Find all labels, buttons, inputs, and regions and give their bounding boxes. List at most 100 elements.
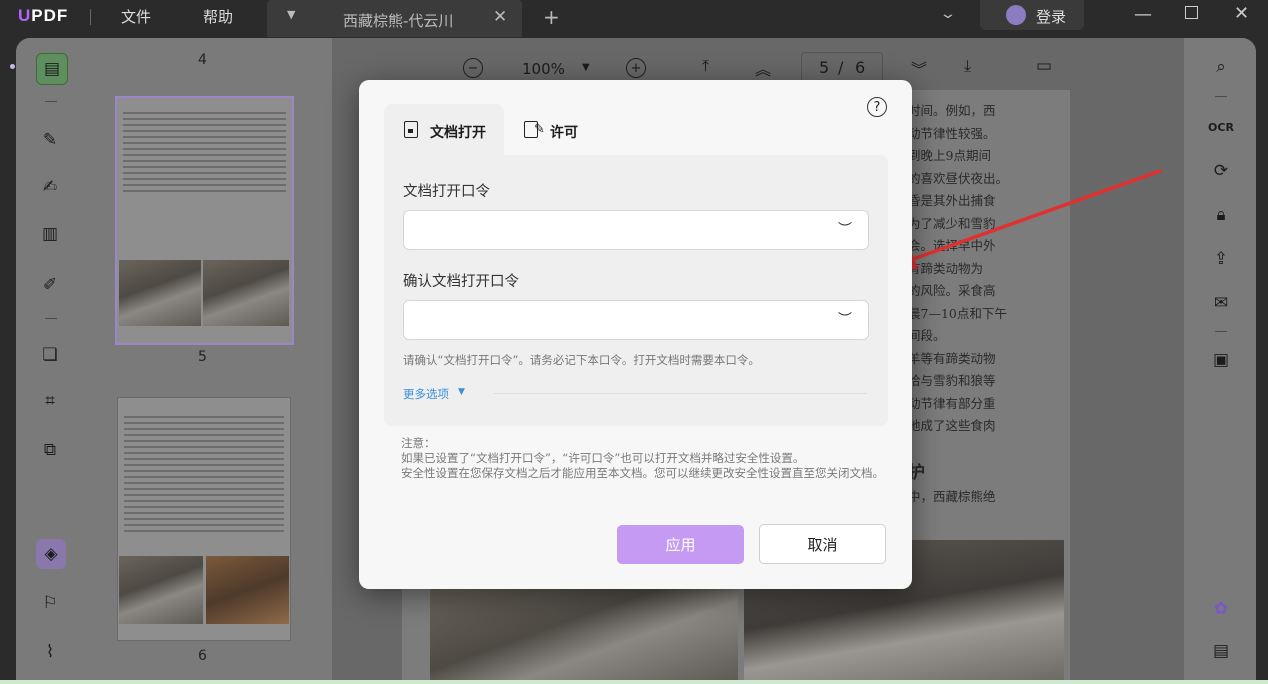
thumbnail-photo — [119, 260, 201, 326]
ocr-icon[interactable]: OCR — [1206, 112, 1236, 142]
email-icon[interactable]: ✉ — [1206, 288, 1236, 318]
text-line: 动节律性较强。 — [908, 125, 996, 141]
bookmark-icon[interactable]: ⚐ — [35, 588, 65, 618]
attachment-icon[interactable]: ⌇ — [35, 637, 65, 667]
protect-icon[interactable]: 🔒︎ — [1206, 200, 1236, 230]
tab-title: 西藏棕熊-代云川 — [343, 12, 454, 30]
note-line: 安全性设置在您保存文档之后才能应用至本文档。您可以继续更改安全性设置直至您关闭文… — [401, 466, 884, 480]
previous-page-icon[interactable]: ︽ — [755, 56, 771, 80]
open-password-label: 文档打开口令 — [403, 184, 490, 200]
menu-help[interactable]: 帮助 — [203, 6, 233, 27]
text-line: 地成了这些食肉 — [908, 418, 996, 433]
login-label[interactable]: 登录 — [1036, 6, 1066, 27]
highlight-icon[interactable]: ✎ — [35, 125, 65, 155]
tab-permission-label[interactable]: 许可 — [550, 122, 578, 142]
current-page[interactable]: 5 — [819, 58, 829, 77]
total-pages: 6 — [855, 58, 866, 77]
tab-dropdown-icon[interactable]: ▼ — [287, 8, 295, 21]
app-logo: UPDF — [18, 6, 69, 25]
close-window-icon[interactable]: ✕ — [1234, 3, 1249, 24]
note-text: 注意： 如果已设置了“文档打开口令”，“许可口令”也可以打开文档并略过安全性设置… — [401, 436, 891, 481]
note-line: 如果已设置了“文档打开口令”，“许可口令”也可以打开文档并略过安全性设置。 — [401, 451, 805, 465]
document-lock-icon — [404, 121, 418, 138]
menu-file[interactable]: 文件 — [121, 6, 151, 27]
crop-icon[interactable]: ⌗ — [35, 386, 65, 416]
page-number-6: 6 — [198, 648, 207, 664]
close-tab-icon[interactable]: ✕ — [493, 7, 507, 27]
bottom-edge — [0, 680, 1268, 684]
note-title: 注意： — [401, 436, 436, 450]
cancel-button[interactable]: 取消 — [759, 524, 886, 564]
zoom-in-icon[interactable]: + — [626, 58, 646, 78]
panel-handle-icon[interactable] — [10, 64, 15, 69]
thumbnail-photo — [206, 556, 289, 624]
zoom-dropdown-icon[interactable]: ▼ — [582, 62, 590, 73]
text-line: 中，西藏棕熊绝 — [908, 488, 996, 504]
text-line: 晨7—10点和下午 — [908, 305, 1007, 321]
divider — [1215, 331, 1227, 332]
comment-icon[interactable]: ▤ — [1206, 636, 1236, 666]
first-page-icon[interactable]: ⤒ — [702, 56, 709, 76]
text-line: 羊等有蹄类动物 — [908, 350, 996, 366]
confirm-password-field[interactable] — [403, 300, 869, 340]
help-icon[interactable]: ? — [867, 97, 887, 117]
password-hint: 请确认“文档打开口令”。请务必记下本口令。打开文档时需要本口令。 — [403, 353, 760, 367]
organize-pages-icon[interactable]: ❏ — [35, 340, 65, 370]
divider — [45, 101, 57, 102]
open-password-field[interactable] — [403, 210, 869, 250]
text-line: 的风险。采食高 — [908, 283, 996, 298]
maximize-icon[interactable] — [1185, 6, 1198, 19]
confirm-password-label: 确认文档打开口令 — [403, 274, 519, 290]
apply-button[interactable]: 应用 — [617, 525, 744, 564]
form-edit-icon[interactable]: ✐ — [35, 270, 65, 300]
hide-password-icon[interactable]: ︶ — [838, 309, 852, 329]
ai-assistant-icon[interactable]: ✿ — [1206, 594, 1236, 624]
more-options-arrow-icon[interactable]: ▼ — [458, 387, 465, 397]
text-line — [908, 438, 1008, 460]
chevron-down-icon[interactable]: ⌄ — [939, 6, 957, 22]
text-line: 时间。例如，西 — [908, 103, 996, 118]
convert-icon[interactable]: ⧉ — [35, 435, 65, 465]
minimize-icon[interactable]: — — [1134, 4, 1152, 25]
lock-shape — [408, 129, 413, 133]
page-thumbnail-5[interactable] — [115, 96, 294, 345]
divider — [1215, 96, 1227, 97]
zoom-level[interactable]: 100% — [522, 60, 565, 78]
thumbnail-photo — [119, 556, 203, 624]
section-heading: 护 — [908, 462, 925, 483]
page-number-4: 4 — [198, 52, 207, 68]
last-page-icon[interactable]: ⤓ — [964, 56, 971, 76]
next-page-icon[interactable]: ︾ — [911, 56, 927, 80]
reader-mode-icon[interactable]: ▤ — [36, 53, 68, 85]
divider — [45, 318, 57, 319]
new-tab-button[interactable]: + — [543, 5, 560, 29]
thumbnail-text — [118, 398, 290, 532]
zoom-out-icon[interactable]: − — [463, 58, 483, 78]
edit-text-icon[interactable]: ✍ — [35, 172, 65, 202]
avatar-icon — [1006, 5, 1026, 25]
search-icon[interactable]: ⌕ — [1206, 52, 1236, 82]
pencil-icon: ✎ — [534, 122, 545, 137]
save-icon[interactable]: ▣ — [1206, 345, 1236, 375]
text-line: 恰与雪豹和狼等 — [908, 373, 996, 388]
divider — [494, 393, 867, 394]
divider — [90, 9, 91, 25]
page-view-icon[interactable]: ▥ — [35, 219, 65, 249]
layers-icon[interactable]: ◈ — [36, 539, 66, 569]
red-arrow-icon — [886, 169, 1162, 269]
thumbnail-photo — [203, 260, 289, 326]
page-thumbnail-6[interactable] — [117, 397, 291, 641]
wolf-photo — [430, 588, 738, 684]
page-number-5: 5 — [198, 349, 207, 365]
login-button[interactable] — [980, 0, 1084, 30]
convert-pdf-icon[interactable]: ⟳ — [1206, 156, 1236, 186]
share-icon[interactable]: ⇪ — [1206, 244, 1236, 274]
tab-document-open-label[interactable]: 文档打开 — [430, 122, 486, 142]
presentation-icon[interactable]: ▭ — [1036, 56, 1052, 76]
thumbnail-text — [117, 98, 292, 192]
page-text: 时间。例如，西 动节律性较强。 到晚上9点期间 的喜欢昼伏夜出。 昏是其外出捕食… — [908, 100, 1008, 508]
text-line: 间段。 — [908, 328, 946, 343]
hide-password-icon[interactable]: ︶ — [838, 219, 852, 239]
more-options-link[interactable]: 更多选项 — [403, 386, 449, 402]
text-line: 动节律有部分重 — [908, 395, 996, 411]
